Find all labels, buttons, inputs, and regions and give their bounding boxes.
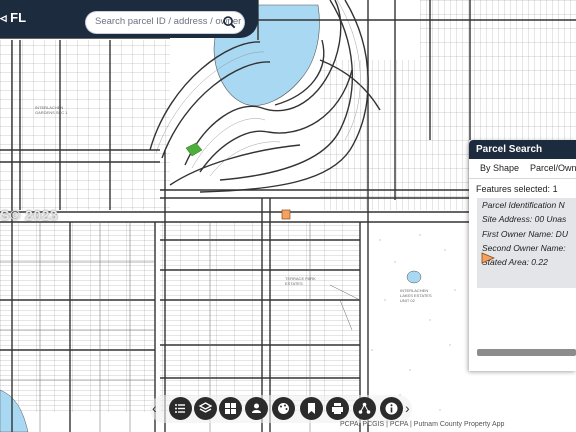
parcel-id-label: Parcel Identification N [482, 200, 565, 210]
map-attribution: PCPA, PCGIS | PCPA | Putnam County Prope… [340, 421, 505, 428]
palette-icon [278, 403, 289, 414]
layers-button[interactable] [194, 397, 217, 420]
search-icon[interactable] [222, 15, 237, 30]
site-address: Site Address: 00 Unas [482, 214, 567, 224]
panel-tabs: By Shape Parcel/Owner [469, 159, 576, 179]
search-box[interactable]: Search parcel ID / address / owner [86, 12, 244, 33]
identify-button[interactable] [245, 397, 268, 420]
app-title: ◃ FL [0, 10, 26, 26]
print-button[interactable] [326, 397, 349, 420]
share-icon [358, 402, 371, 414]
palette-button[interactable] [272, 397, 295, 420]
result-card[interactable]: Parcel Identification N Site Address: 00… [477, 198, 576, 288]
horizontal-scrollbar[interactable] [477, 349, 576, 356]
first-owner: First Owner Name: DU [482, 229, 568, 239]
app-title-text: FL [10, 10, 27, 25]
tab-by-shape[interactable]: By Shape [480, 163, 519, 173]
features-label: Features selected: [476, 184, 551, 194]
label-interlachen-lakes: INTERLACHEN LAKES ESTATES UNIT 02 [400, 288, 432, 303]
info-icon [385, 402, 398, 415]
basemap-grid-icon [225, 403, 236, 414]
toolbar-prev-icon[interactable]: ‹ [152, 400, 157, 416]
info-button[interactable] [380, 397, 403, 420]
top-bar: ◃ FL Search parcel ID / address / owner [0, 0, 258, 38]
label-interlachen-gardens: INTERLACHEN GARDENS SEC 1 [35, 105, 68, 115]
brand-chevron-icon: ◃ [0, 10, 7, 25]
tab-parcel-owner[interactable]: Parcel/Owner [530, 163, 576, 173]
layers-icon [198, 402, 213, 413]
parcel-search-panel: Parcel Search By Shape Parcel/Owner Feat… [469, 140, 576, 371]
bookmark-icon [308, 403, 315, 414]
label-terrace-park: TERRACE PARK ESTATES [285, 276, 316, 286]
parcel-swatch-icon [481, 252, 495, 264]
list-icon [175, 404, 185, 413]
identify-icon [252, 403, 261, 413]
search-input[interactable]: Search parcel ID / address / owner [95, 16, 241, 27]
features-count: 1 [552, 184, 558, 194]
list-button[interactable] [169, 397, 192, 420]
basemap-button[interactable] [219, 397, 242, 420]
print-icon [332, 403, 343, 414]
share-button[interactable] [353, 397, 376, 420]
watermark: S© 2023 [0, 207, 59, 223]
panel-title: Parcel Search [469, 140, 576, 159]
bookmark-button[interactable] [300, 397, 323, 420]
toolbar-next-icon[interactable]: › [405, 400, 410, 416]
features-selected: Features selected: 1 [476, 184, 558, 194]
